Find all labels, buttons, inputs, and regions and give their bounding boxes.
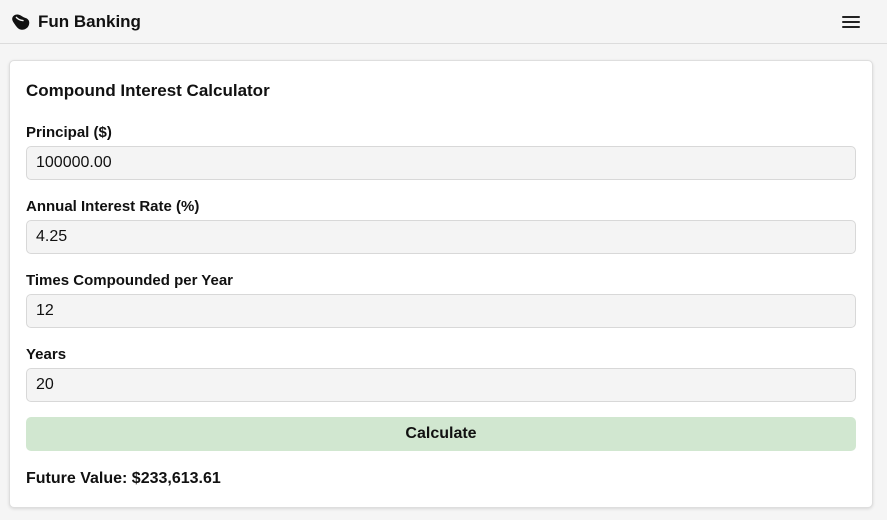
brand[interactable]: Fun Banking bbox=[10, 12, 141, 32]
years-label: Years bbox=[26, 346, 67, 363]
future-value-result: Future Value: $233,613.61 bbox=[26, 470, 221, 487]
interest-rate-input[interactable] bbox=[26, 220, 856, 254]
interest-rate-label: Annual Interest Rate (%) bbox=[26, 198, 200, 215]
principal-input[interactable] bbox=[26, 146, 856, 180]
compounding-frequency-label: Times Compounded per Year bbox=[26, 272, 234, 289]
hamburger-menu-icon bbox=[842, 15, 860, 28]
compounding-frequency-input[interactable] bbox=[26, 294, 856, 328]
calculate-button[interactable]: Calculate bbox=[26, 417, 856, 451]
principal-label: Principal ($) bbox=[26, 124, 112, 141]
brand-name: Fun Banking bbox=[38, 11, 141, 31]
calculator-title: Compound Interest Calculator bbox=[26, 81, 270, 100]
years-input[interactable] bbox=[26, 368, 856, 402]
calculator-card: Compound Interest Calculator Principal (… bbox=[9, 60, 873, 508]
hamburger-menu-button[interactable] bbox=[838, 9, 864, 35]
navbar: Fun Banking bbox=[0, 0, 887, 44]
bean-logo-icon bbox=[12, 13, 30, 30]
